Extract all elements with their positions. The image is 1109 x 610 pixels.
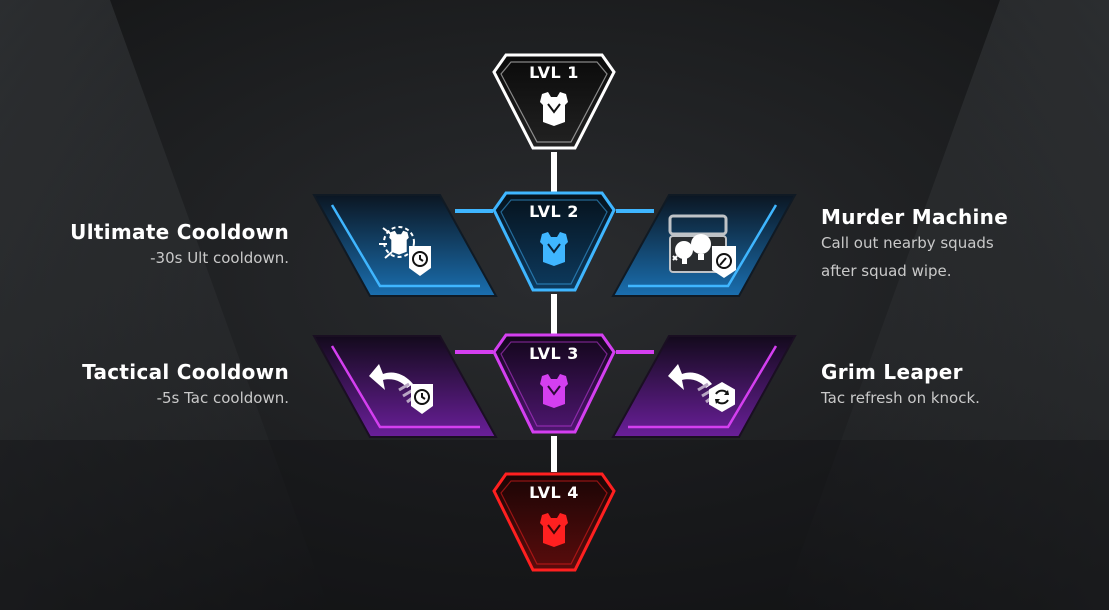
- level-4-label: LVL 4: [529, 483, 579, 502]
- level-3-label: LVL 3: [529, 344, 579, 363]
- perk-description-line: -30s Ult cooldown.: [150, 249, 289, 267]
- connector-2-3: [551, 294, 557, 334]
- perk-name: Grim Leaper: [821, 360, 963, 384]
- level-1-label: LVL 1: [529, 63, 579, 82]
- body-armor-icon: [540, 232, 568, 266]
- perk-description-line: after squad wipe.: [821, 262, 952, 280]
- connector-lvl2-left: [455, 209, 493, 213]
- level-4-badge[interactable]: LVL 4: [492, 472, 616, 572]
- perk-info-grim-leaper: Grim Leaper Tac refresh on knock.: [821, 360, 980, 412]
- perk-info-tactical-cooldown: Tactical Cooldown -5s Tac cooldown.: [82, 360, 289, 412]
- connector-3-4: [551, 436, 557, 472]
- perk-info-ultimate-cooldown: Ultimate Cooldown -30s Ult cooldown.: [70, 220, 289, 272]
- connector-lvl3-left: [455, 350, 493, 354]
- perk-description: -30s Ult cooldown.: [70, 244, 289, 272]
- perk-info-murder-machine: Murder Machine Call out nearby squads af…: [821, 205, 1008, 285]
- perk-description: Call out nearby squads after squad wipe.: [821, 229, 1008, 285]
- perk-description-line: Call out nearby squads: [821, 234, 994, 252]
- level-1-badge[interactable]: LVL 1: [492, 53, 616, 150]
- level-3-badge[interactable]: LVL 3: [492, 333, 616, 434]
- perk-name: Murder Machine: [821, 205, 1009, 229]
- perk-description: Tac refresh on knock.: [821, 384, 980, 412]
- body-armor-icon: [540, 92, 568, 126]
- connector-lvl3-right: [616, 350, 654, 354]
- body-armor-icon: [540, 513, 568, 547]
- perk-description: -5s Tac cooldown.: [82, 384, 289, 412]
- level-2-label: LVL 2: [529, 202, 579, 221]
- perk-name: Tactical Cooldown: [82, 360, 289, 384]
- connector-lvl2-right: [616, 209, 654, 213]
- body-armor-icon: [540, 374, 568, 408]
- perk-description-line: Tac refresh on knock.: [821, 389, 980, 407]
- level-2-badge[interactable]: LVL 2: [492, 191, 616, 292]
- perk-name: Ultimate Cooldown: [70, 220, 289, 244]
- connector-1-2: [551, 152, 557, 192]
- perk-description-line: -5s Tac cooldown.: [156, 389, 289, 407]
- armor-upgrade-tree: LVL 1 LVL 2 LVL 3 LVL 4: [312, 53, 797, 572]
